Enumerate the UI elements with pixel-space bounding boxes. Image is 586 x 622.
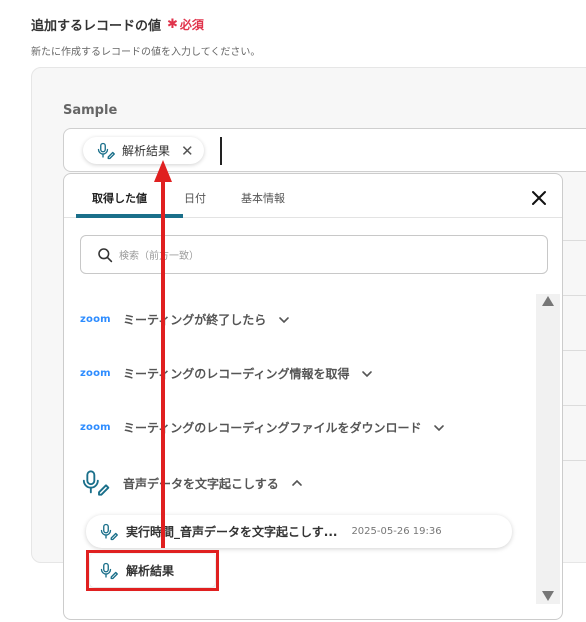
required-asterisk: ✱ — [167, 17, 178, 32]
scroll-up-icon[interactable] — [541, 295, 555, 307]
group-label: ミーティングのレコーディングファイルをダウンロード — [123, 421, 422, 435]
tab-bar: 取得した値 日付 基本情報 — [64, 174, 562, 218]
zoom-logo: zoom — [80, 368, 111, 379]
scroll-down-icon[interactable] — [541, 590, 555, 602]
required-badge: ✱ 必須 — [167, 16, 204, 33]
mic-pen-icon — [82, 470, 110, 496]
scrollbar-track[interactable] — [536, 294, 560, 604]
zoom-logo: zoom — [80, 422, 111, 433]
mic-pen-icon — [97, 142, 115, 159]
search-placeholder: 検索（前方一致） — [119, 251, 199, 262]
text-caret — [220, 137, 222, 165]
mic-pen-icon — [100, 523, 118, 540]
chip-remove-icon[interactable]: ✕ — [181, 142, 194, 160]
search-icon — [98, 247, 113, 262]
required-label: 必須 — [179, 18, 204, 32]
section-title-text: 追加するレコードの値 — [31, 19, 162, 34]
group-meeting-ended[interactable]: zoom ミーティングが終了したら — [80, 311, 290, 328]
chevron-down-icon — [434, 424, 445, 431]
zoom-logo: zoom — [80, 314, 111, 325]
tab-date[interactable]: 日付 — [184, 190, 206, 206]
group-label: 音声データを文字起こしする — [123, 476, 279, 491]
search-input[interactable]: 検索（前方一致） — [80, 235, 548, 274]
chevron-up-icon — [291, 479, 302, 486]
tab-basic-info[interactable]: 基本情報 — [241, 190, 285, 206]
chevron-down-icon — [362, 370, 373, 377]
annotation-highlight-box — [86, 550, 219, 591]
chevron-down-icon — [279, 316, 290, 323]
group-recording-info[interactable]: zoom ミーティングのレコーディング情報を取得 — [80, 365, 373, 382]
section-title: 追加するレコードの値 ✱ 必須 — [31, 15, 204, 34]
field-label: Sample — [63, 103, 118, 118]
group-recording-download[interactable]: zoom ミーティングのレコーディングファイルをダウンロード — [80, 419, 445, 436]
group-transcribe[interactable]: 音声データを文字起こしする — [80, 469, 303, 497]
item-label: 実行時間_音声データを文字起こしす... — [126, 525, 338, 539]
value-chip[interactable]: 解析結果 ✕ — [83, 137, 204, 164]
list-item-execution-time[interactable]: 実行時間_音声データを文字起こしす... 2025-05-26 19:36 — [86, 515, 512, 548]
close-icon[interactable] — [529, 188, 549, 208]
active-tab-indicator — [76, 214, 183, 218]
group-label: ミーティングが終了したら — [123, 313, 267, 327]
group-label: ミーティングのレコーディング情報を取得 — [123, 367, 350, 381]
section-description: 新たに作成するレコードの値を入力してください。 — [31, 47, 261, 58]
tab-acquired-values[interactable]: 取得した値 — [92, 190, 147, 206]
item-timestamp: 2025-05-26 19:36 — [351, 526, 442, 537]
chip-label: 解析結果 — [122, 144, 171, 158]
